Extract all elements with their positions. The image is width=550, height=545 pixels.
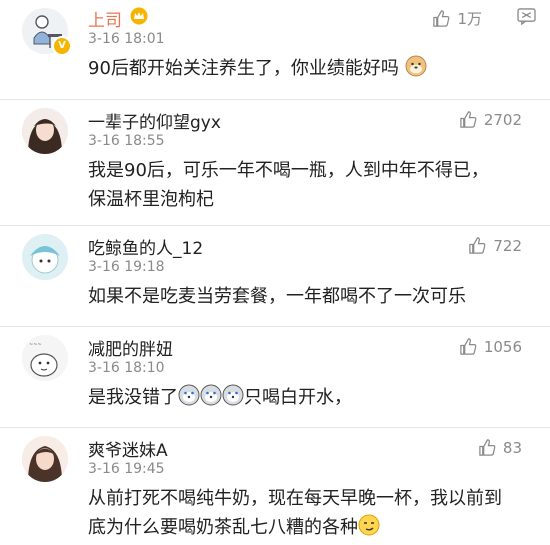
comment-line: 从前打死不喝纯牛奶，现在每天早晚一杯，我以前到 [88,488,502,509]
comment-item: 一辈子的仰望gyx 3-16 18:55 2702 我是90后，可乐一年不喝一瓶… [0,100,550,226]
like-count: 83 [502,438,522,457]
like-button[interactable]: 722 [468,236,522,255]
thumbs-up-icon [469,237,486,254]
comment-text: 从前打死不喝纯牛奶，现在每天早晚一杯，我以前到 底为什么要喝奶茶乱七八糟的各种 [88,484,536,542]
husky-emoji-icon [200,384,222,406]
comment-line: 只喝白开水， [244,387,352,408]
comment-time: 3-16 18:10 [88,360,165,376]
comment-line: 底为什么要喝奶茶乱七八糟的各种 [88,517,358,538]
comment-line: 我是90后，可乐一年不喝一瓶，人到中年不得已， [88,160,489,181]
avatar[interactable] [22,108,68,154]
comment-line: 保温杯里泡枸杞 [88,189,214,210]
comment-item: V 上司 3-16 18:01 1万 90后都开始关注养生了，你业绩能好吗 [0,0,550,100]
avatar[interactable] [22,436,68,482]
like-button[interactable]: 2702 [459,110,522,129]
comment-text: 我是90后，可乐一年不喝一瓶，人到中年不得已， 保温杯里泡枸杞 [88,156,536,214]
comment-text: 90后都开始关注养生了，你业绩能好吗 [88,54,536,83]
like-count: 722 [493,236,522,255]
thumbs-up-icon [479,439,496,456]
comment-time: 3-16 19:18 [88,259,165,275]
commenter-name[interactable]: 吃鲸鱼的人_12 [88,234,203,259]
like-count: 2702 [483,110,522,129]
like-button[interactable]: 83 [478,438,522,457]
comment-line: 是我没错了 [88,387,178,408]
husky-emoji-icon [178,384,200,406]
like-button[interactable]: 1万 [432,8,482,29]
commenter-name[interactable]: 一辈子的仰望gyx [88,108,221,133]
verified-badge-icon: V [52,36,72,56]
comment-text: 是我没错了 只喝白开水， [88,383,536,412]
like-button[interactable]: 1056 [459,337,522,356]
like-count: 1056 [483,337,522,356]
like-count: 1万 [457,10,482,28]
comment-item: 吃鲸鱼的人_12 3-16 19:18 722 如果不是吃麦当劳套餐，一年都喝不… [0,226,550,327]
husky-emoji-icon [222,384,244,406]
comment-item: 爽爷迷妹A 3-16 19:45 83 从前打死不喝纯牛奶，现在每天早晚一杯，我… [0,428,550,545]
thumbs-up-icon [460,338,477,355]
comment-line: 如果不是吃麦当劳套餐，一年都喝不了一次可乐 [88,286,466,307]
thumbs-up-icon [460,111,477,128]
commenter-name[interactable]: 减肥的胖妞 [88,335,173,360]
comment-text: 如果不是吃麦当劳套餐，一年都喝不了一次可乐 [88,282,536,311]
comment-time: 3-16 18:01 [88,31,165,47]
doge-emoji-icon [405,55,427,77]
avatar[interactable] [22,234,68,280]
commenter-name[interactable]: 爽爷迷妹A [88,436,168,461]
commenter-name[interactable]: 上司 [88,6,122,31]
reply-icon[interactable] [517,8,536,25]
comment-time: 3-16 18:55 [88,133,165,149]
crown-icon [130,7,148,25]
avatar[interactable]: ~~~ [22,335,68,381]
comment-line: 90后都开始关注养生了，你业绩能好吗 [88,58,399,79]
comment-item: ~~~ 减肥的胖妞 3-16 18:10 1056 是我没错了 只喝白开水， [0,327,550,428]
smirk-emoji-icon [358,514,380,536]
svg-text:~~~: ~~~ [29,342,42,348]
thumbs-up-icon [433,10,450,27]
comment-time: 3-16 19:45 [88,461,165,477]
